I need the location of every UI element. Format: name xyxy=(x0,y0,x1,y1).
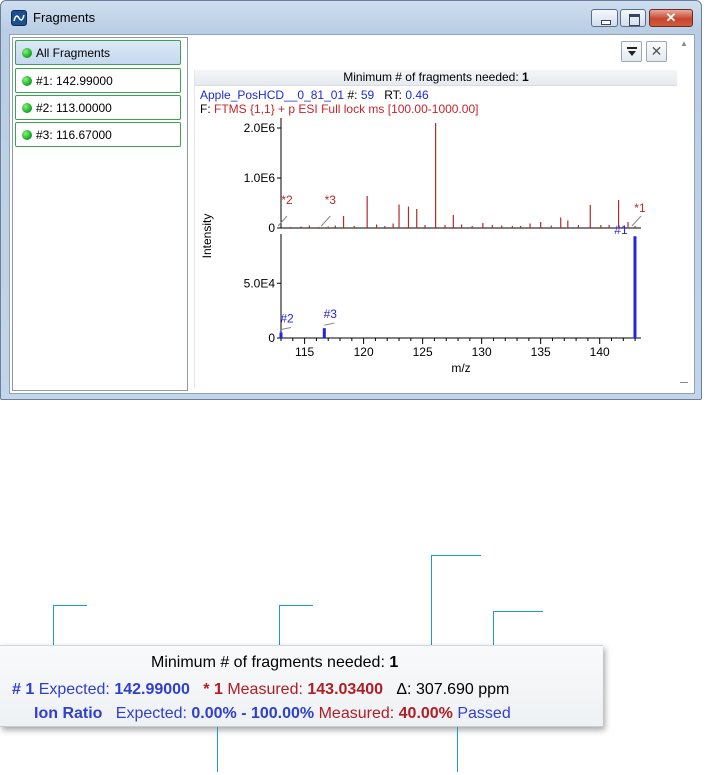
annotation-leader xyxy=(277,215,288,227)
annotation-leader xyxy=(320,215,331,227)
callout-measured-id: * 1 xyxy=(203,681,223,698)
y-axis-label: Intensity xyxy=(200,214,214,259)
x-tick-label: 135 xyxy=(531,345,551,359)
scroll-up-icon[interactable]: ▲ xyxy=(680,39,688,48)
callout-ion-status: Passed xyxy=(457,705,511,722)
fragment-label: #3 xyxy=(324,307,338,321)
fragments-window: Fragments ✕ All Fragments #1: 142.99000 … xyxy=(0,0,702,400)
top-y-tick-label: 1.0E6 xyxy=(244,171,276,185)
top-y-tick-label: 2.0E6 xyxy=(244,121,276,135)
file-name: Apple_PosHCD__0_81_01 xyxy=(200,88,345,102)
callout-expected-value: 142.99000 xyxy=(114,681,190,698)
peak-annotation: *2 xyxy=(281,193,293,207)
fragment-leader xyxy=(280,327,292,331)
callout-min-fragments-label: Minimum # of fragments needed: xyxy=(151,654,385,671)
filter-prefix: F: xyxy=(200,102,211,116)
scan-info-line: Apple_PosHCD__0_81_01 #: 59 RT: 0.46 xyxy=(200,88,429,102)
leader-line-delta-tick xyxy=(493,611,543,612)
x-tick-label: 140 xyxy=(590,345,610,359)
leader-line-min-fragments xyxy=(431,555,432,650)
list-item-label: #1: 142.99000 xyxy=(36,74,113,88)
client-area: All Fragments #1: 142.99000 #2: 113.0000… xyxy=(9,34,695,394)
leader-line-ion-measured xyxy=(457,727,458,772)
minimize-icon xyxy=(592,10,617,26)
min-fragments-header: Minimum # of fragments needed: 1 xyxy=(195,70,677,86)
callout-measured-value: 143.03400 xyxy=(307,681,384,698)
min-fragments-value: 1 xyxy=(522,70,529,84)
x-tick-label: 125 xyxy=(413,345,433,359)
fragment-list: All Fragments #1: 142.99000 #2: 113.0000… xyxy=(12,37,188,391)
rt-value: 0.46 xyxy=(405,88,429,102)
x-tick-label: 130 xyxy=(472,345,492,359)
close-window-button[interactable]: ✕ xyxy=(649,9,693,27)
callout-delta: Δ: 307.690 ppm xyxy=(396,681,510,698)
callout-ion-ratio-row: Ion Ratio Expected: 0.00% - 100.00% Meas… xyxy=(34,705,511,723)
top-y-tick-label: 0 xyxy=(268,221,275,235)
callout-ion-expected-value: 0.00% - 100.00% xyxy=(191,705,315,722)
status-dot-icon xyxy=(22,48,32,58)
callout-fragment-id: # 1 xyxy=(12,681,35,698)
callout-ion-expected-label: Expected: xyxy=(115,705,187,722)
window-title: Fragments xyxy=(33,10,96,25)
fragment-label: #2 xyxy=(280,312,294,326)
min-fragments-label: Minimum # of fragments needed: xyxy=(343,70,519,84)
bottom-y-tick-label: 0 xyxy=(268,331,275,345)
leader-line-measured-tick xyxy=(279,605,313,606)
filter-line: F: FTMS {1,1} + p ESI Full lock ms [100.… xyxy=(200,102,478,116)
scroll-grip-icon[interactable] xyxy=(680,382,688,383)
callout-min-fragments-value: 1 xyxy=(389,654,399,671)
leader-line-ion-expected xyxy=(217,727,218,772)
spectrum-chart: 0 1.0E6 2.0E6 0 5.0E4 Intensity 115 120 125 130 13… xyxy=(200,118,646,375)
spectrum-plot-area: Minimum # of fragments needed: 1 Apple_P… xyxy=(194,70,677,388)
dropdown-filter-button[interactable] xyxy=(621,41,642,62)
close-icon: ✕ xyxy=(665,10,677,25)
maximize-icon xyxy=(621,10,645,26)
callout-measured-label: Measured: xyxy=(227,681,303,698)
title-bar[interactable]: Fragments ✕ xyxy=(1,1,701,33)
x-tick-label: 115 xyxy=(295,345,314,359)
list-item-fragment-3[interactable]: #3: 116.67000 xyxy=(15,122,181,147)
leader-line-min-fragments-tick xyxy=(431,555,481,556)
close-panel-button[interactable]: ✕ xyxy=(646,41,667,62)
callout-min-fragments: Minimum # of fragments needed: 1 xyxy=(151,654,398,672)
list-item-label: All Fragments xyxy=(36,46,111,60)
fragment-leader xyxy=(324,322,335,326)
x-tick-label: 120 xyxy=(354,345,374,359)
list-item-fragment-2[interactable]: #2: 113.00000 xyxy=(15,95,181,120)
close-icon: ✕ xyxy=(650,43,663,59)
list-item-label: #2: 113.00000 xyxy=(36,101,112,115)
dropdown-filter-icon xyxy=(627,47,637,57)
scan-number-value: 59 xyxy=(360,88,375,102)
fragment-detail-panel: ✕ Minimum # of fragments needed: 1 Apple… xyxy=(190,37,682,391)
status-dot-icon xyxy=(22,103,32,113)
list-item-all-fragments[interactable]: All Fragments xyxy=(15,40,181,65)
callout-fragment-row: # 1 Expected: 142.99000 * 1 Measured: 14… xyxy=(12,681,509,699)
callout-ion-ratio-label: Ion Ratio xyxy=(34,705,103,722)
scan-number-label: #: xyxy=(347,88,358,102)
status-dot-icon xyxy=(22,130,32,140)
peak-annotation: *1 xyxy=(634,201,646,215)
callout-ion-measured-value: 40.00% xyxy=(398,705,453,722)
annotation-leader xyxy=(631,215,642,227)
scan-filter: FTMS {1,1} + p ESI Full lock ms [100.00-… xyxy=(214,102,479,116)
leader-line-expected-tick xyxy=(53,605,87,606)
bottom-y-tick-label: 5.0E4 xyxy=(244,276,276,290)
fragment-label: #1 xyxy=(614,223,628,237)
list-item-label: #3: 116.67000 xyxy=(36,128,112,142)
callout-expected-label: Expected: xyxy=(38,681,110,698)
list-item-fragment-1[interactable]: #1: 142.99000 xyxy=(15,68,181,93)
peak-annotation: *3 xyxy=(325,193,337,207)
x-axis-label: m/z xyxy=(451,361,470,375)
zoomed-result-callout: Minimum # of fragments needed: 1 # 1 Exp… xyxy=(0,645,603,727)
minimize-button[interactable] xyxy=(591,9,618,27)
maximize-button[interactable] xyxy=(620,9,646,27)
callout-ion-measured-label: Measured: xyxy=(318,705,395,722)
rt-label: RT: xyxy=(384,88,402,102)
app-logo-icon xyxy=(11,10,27,26)
status-dot-icon xyxy=(22,76,32,86)
